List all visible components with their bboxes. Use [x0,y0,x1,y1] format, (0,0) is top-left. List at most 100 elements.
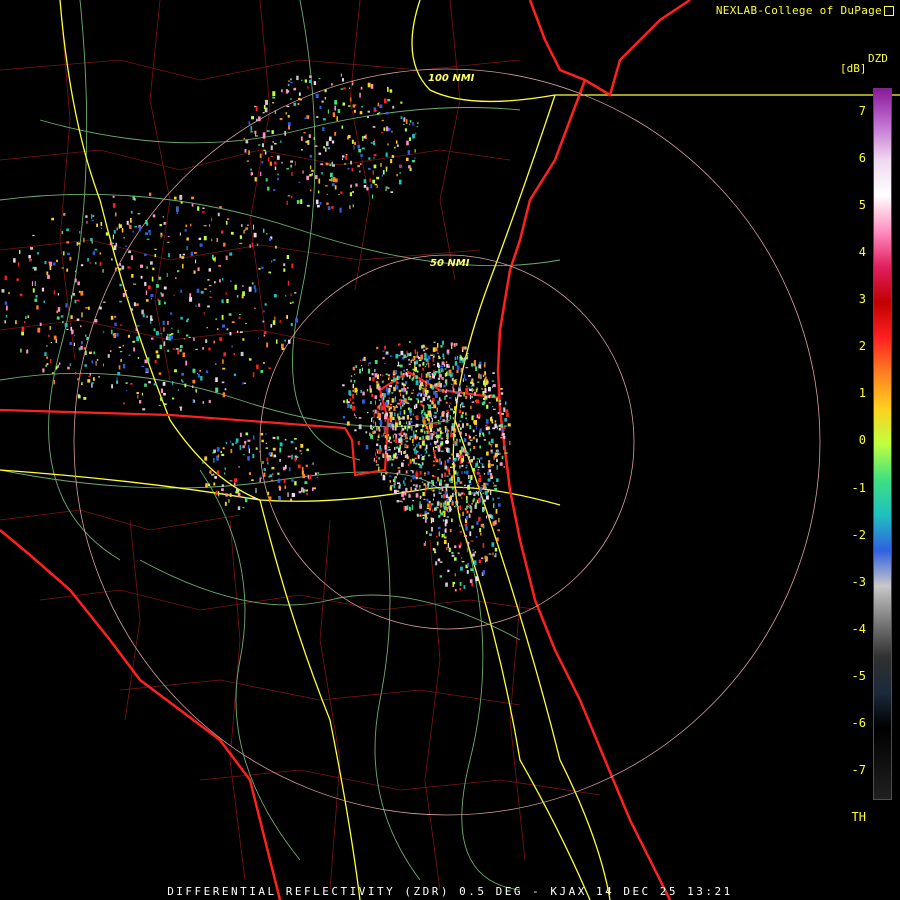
echo-pixel [215,490,218,495]
echo-pixel [484,376,487,381]
echo-pixel [267,157,270,162]
echo-pixel [1,289,5,293]
echo-pixel [457,356,459,360]
echo-pixel [292,301,294,304]
echo-pixel [231,443,234,446]
echo-pixel [461,346,465,350]
echo-pixel [466,570,469,574]
echo-pixel [436,541,439,546]
echo-pixel [230,440,232,443]
echo-pixel [21,331,24,336]
echo-pixel [248,150,250,155]
echo-pixel [218,264,222,267]
echo-pixel [442,353,445,358]
echo-pixel [429,372,431,374]
echo-pixel [339,207,342,213]
echo-pixel [309,189,312,192]
echo-pixel [475,462,479,467]
echo-pixel [437,400,440,405]
echo-pixel [459,505,462,510]
echo-pixel [288,339,291,344]
echo-pixel [195,259,197,264]
echo-pixel [452,434,456,438]
echo-pixel [283,268,286,272]
echo-pixel [111,329,113,335]
echo-pixel [322,127,325,131]
echo-pixel [407,426,411,429]
echo-pixel [425,444,428,450]
echo-pixel [291,492,295,497]
echo-pixel [243,382,246,384]
echo-pixel [492,384,496,387]
echo-pixel [283,263,286,267]
echo-pixel [368,167,371,170]
echo-pixel [426,531,428,535]
echo-pixel [495,443,498,448]
echo-pixel [138,226,141,231]
echo-pixel [465,526,468,531]
echo-pixel [346,421,350,426]
echo-pixel [452,492,454,498]
echo-pixel [395,438,397,443]
echo-pixel [367,368,371,374]
echo-pixel [221,484,224,487]
echo-pixel [334,105,336,111]
echo-pixel [110,315,114,320]
echo-pixel [263,362,265,364]
echo-pixel [410,486,412,492]
echo-pixel [434,442,437,445]
echo-pixel [441,473,443,478]
echo-pixel [423,346,426,348]
echo-pixel [216,470,220,475]
echo-pixel [78,347,81,351]
color-legend: DZD [dB] 7 6 5 4 3 2 1 0 -1 -2 -3 -4 -5 -6 -7 TH [836,52,900,824]
echo-pixel [177,350,180,355]
echo-pixel [180,316,183,320]
echo-pixel [205,370,209,373]
echo-pixel [118,268,122,271]
echo-pixel [331,161,333,165]
legend-tick: -1 [851,480,866,495]
echo-pixel [152,267,155,271]
echo-pixel [420,386,423,389]
echo-pixel [156,354,160,359]
echo-pixel [468,483,472,485]
echo-pixel [422,514,425,517]
echo-pixel [393,439,395,442]
echo-pixel [490,438,494,444]
echo-pixel [374,360,378,364]
echo-pixel [455,492,458,494]
echo-pixel [271,130,274,134]
echo-pixel [406,454,408,459]
echo-pixel [230,448,233,454]
echo-pixel [434,548,436,554]
echo-pixel [470,506,473,511]
echo-pixel [397,416,401,419]
echo-pixel [463,484,467,487]
echo-pixel [50,342,52,344]
echo-pixel [239,235,242,239]
echo-pixel [398,469,401,474]
radar-site-kjax [445,440,449,444]
echo-pixel [215,387,219,393]
echo-pixel [474,420,477,425]
echo-pixel [81,381,83,384]
echo-pixel [459,531,463,533]
echo-pixel [394,489,397,493]
echo-pixel [113,333,116,338]
echo-pixel [486,515,487,519]
echo-pixel [479,445,482,449]
echo-pixel [19,250,21,254]
echo-pixel [325,147,327,152]
echo-pixel [361,365,363,367]
echo-pixel [273,189,276,191]
echo-pixel [459,439,461,443]
echo-pixel [388,446,390,449]
legend-tick: 5 [858,198,866,213]
echo-pixel [365,445,369,450]
echo-pixel [422,367,424,371]
echo-pixel [433,493,436,497]
echo-pixel [497,503,501,507]
echo-pixel [222,447,225,450]
echo-pixel [488,460,491,463]
